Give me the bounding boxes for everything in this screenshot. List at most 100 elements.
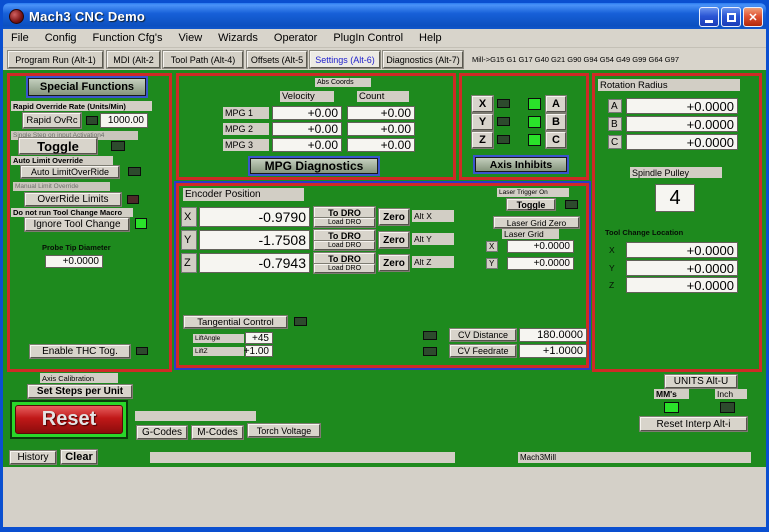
reset-glow: Reset: [12, 402, 126, 437]
enable-thc-button[interactable]: Enable THC Tog.: [30, 345, 130, 358]
torch-voltage-button[interactable]: Torch Voltage: [248, 424, 320, 437]
ignore-tool-change-button[interactable]: Ignore Tool Change: [25, 218, 129, 231]
rotation-b-label: B: [608, 117, 622, 131]
tab-offsets[interactable]: Offsets (Alt-5: [247, 51, 307, 68]
cv-feedrate-value[interactable]: +1.0000: [519, 344, 587, 358]
auto-limit-override-button[interactable]: Auto LimitOverRide: [21, 166, 119, 178]
menu-function-cfgs[interactable]: Function Cfg's: [85, 31, 171, 45]
mpg2-count: +0.00: [347, 122, 415, 136]
cv-distance-led: [423, 331, 437, 340]
history-button[interactable]: History: [10, 451, 56, 464]
reset-button[interactable]: Reset: [10, 400, 128, 439]
axis-x-inhibit-led: [497, 99, 510, 108]
load-dro-z-button[interactable]: Load DRO: [314, 264, 375, 273]
laser-x-value[interactable]: +0.0000: [507, 240, 574, 253]
encoder-y-value[interactable]: -1.7508: [199, 230, 310, 250]
override-limits-led: [127, 195, 139, 204]
load-dro-y-button[interactable]: Load DRO: [314, 241, 375, 250]
rotation-b-value[interactable]: +0.0000: [626, 116, 738, 132]
load-dro-x-button[interactable]: Load DRO: [314, 218, 375, 227]
axis-z-button[interactable]: Z: [472, 132, 493, 148]
tab-tool-path[interactable]: Tool Path (Alt-4): [163, 51, 243, 68]
laser-toggle-button[interactable]: Toggle: [507, 199, 555, 210]
axis-inhibits-button[interactable]: Axis Inhibits: [475, 157, 567, 172]
enable-thc-led: [136, 347, 148, 355]
mpg1-label: MPG 1: [223, 107, 269, 119]
probe-tip-diameter-value[interactable]: +0.0000: [45, 255, 103, 268]
tool-change-x-value[interactable]: +0.0000: [626, 242, 738, 258]
rotation-c-label: C: [608, 135, 622, 149]
axis-y-button[interactable]: Y: [472, 114, 493, 130]
spindle-pulley-value[interactable]: 4: [655, 184, 695, 212]
axis-c-button[interactable]: C: [546, 132, 566, 148]
mpg1-velocity: +0.00: [272, 106, 342, 120]
mpg3-velocity: +0.00: [272, 138, 342, 152]
axis-x-button[interactable]: X: [472, 96, 493, 112]
mpg1-count: +0.00: [347, 106, 415, 120]
axis-b-button[interactable]: B: [546, 114, 566, 130]
cv-distance-button[interactable]: CV Distance: [450, 329, 516, 341]
to-dro-x-button[interactable]: To DRO: [314, 207, 375, 218]
lift-z-label: LiftZ: [193, 347, 244, 356]
axis-a-button[interactable]: A: [546, 96, 566, 112]
zero-y-button[interactable]: Zero: [379, 232, 409, 248]
set-steps-button[interactable]: Set Steps per Unit: [28, 385, 132, 398]
laser-x-label: X: [486, 241, 498, 252]
close-button[interactable]: ✕: [743, 7, 763, 27]
tangential-control-button[interactable]: Tangential Control: [184, 316, 287, 328]
menu-plugin-control[interactable]: PlugIn Control: [325, 31, 411, 45]
to-dro-y-button[interactable]: To DRO: [314, 230, 375, 241]
menu-file[interactable]: File: [3, 31, 37, 45]
tool-change-z-value[interactable]: +0.0000: [626, 277, 738, 293]
rotation-a-value[interactable]: +0.0000: [626, 98, 738, 114]
menu-config[interactable]: Config: [37, 31, 85, 45]
lift-angle-value[interactable]: +45: [245, 332, 273, 344]
mpg2-label: MPG 2: [223, 123, 269, 135]
menu-operator[interactable]: Operator: [266, 31, 325, 45]
lift-z-value[interactable]: +1.00: [245, 345, 273, 357]
rapid-ovrd-button[interactable]: Rapid OvRc: [23, 113, 81, 128]
cv-distance-value[interactable]: 180.0000: [519, 328, 587, 342]
tab-settings[interactable]: Settings (Alt-6): [310, 51, 380, 68]
maximize-button[interactable]: [721, 7, 741, 27]
gcodes-button[interactable]: G-Codes: [137, 426, 187, 439]
to-dro-z-button[interactable]: To DRO: [314, 253, 375, 264]
torch-voltage-display: [135, 411, 256, 421]
mpg-panel: Abs Coords Velocity Count MPG 1 +0.00 +0…: [176, 73, 456, 180]
mcodes-button[interactable]: M-Codes: [192, 426, 243, 439]
laser-toggle-led: [565, 200, 578, 209]
tab-program-run[interactable]: Program Run (Alt-1): [8, 51, 103, 68]
zero-z-button[interactable]: Zero: [379, 255, 409, 271]
app-window: Mach3 CNC Demo ✕ File Config Function Cf…: [0, 0, 769, 532]
override-limits-button[interactable]: OverRide Limits: [25, 193, 121, 206]
tool-change-y-value[interactable]: +0.0000: [626, 260, 738, 276]
mpg-diagnostics-button[interactable]: MPG Diagnostics: [250, 158, 378, 174]
mpg2-velocity: +0.00: [272, 122, 342, 136]
rotation-c-value[interactable]: +0.0000: [626, 134, 738, 150]
tab-mdi[interactable]: MDI (Alt-2: [107, 51, 160, 68]
special-functions-button[interactable]: Special Functions: [28, 78, 146, 96]
tool-change-y-label: Y: [607, 262, 619, 273]
encoder-z-value[interactable]: -0.7943: [199, 253, 310, 273]
cv-feedrate-button[interactable]: CV Feedrate: [450, 345, 516, 357]
menu-view[interactable]: View: [171, 31, 211, 45]
minimize-button[interactable]: [699, 7, 719, 27]
tab-diagnostics[interactable]: Diagnostics (Alt-7): [383, 51, 463, 68]
clear-button[interactable]: Clear: [61, 450, 97, 464]
probe-tip-diameter-label: Probe Tip Diameter: [40, 243, 130, 252]
laser-trigger-label: Laser Trigger On: [497, 188, 569, 197]
laser-grid-zero-button[interactable]: Laser Grid Zero: [494, 217, 579, 228]
mm-led: [664, 402, 679, 413]
laser-y-value[interactable]: +0.0000: [507, 257, 574, 270]
main-area: Special Functions Rapid Override Rate (U…: [3, 70, 766, 467]
reset-interp-button[interactable]: Reset Interp Alt-i: [640, 417, 747, 431]
encoder-x-value[interactable]: -0.9790: [199, 207, 310, 227]
menu-wizards[interactable]: Wizards: [210, 31, 266, 45]
title-bar[interactable]: Mach3 CNC Demo ✕: [3, 3, 766, 29]
rapid-ovrd-value[interactable]: 1000.00: [100, 113, 148, 128]
zero-x-button[interactable]: Zero: [379, 209, 409, 225]
units-button[interactable]: UNITS Alt-U: [665, 375, 737, 388]
velocity-header: Velocity: [280, 91, 334, 102]
single-step-toggle-button[interactable]: Toggle: [19, 138, 97, 154]
menu-help[interactable]: Help: [411, 31, 450, 45]
